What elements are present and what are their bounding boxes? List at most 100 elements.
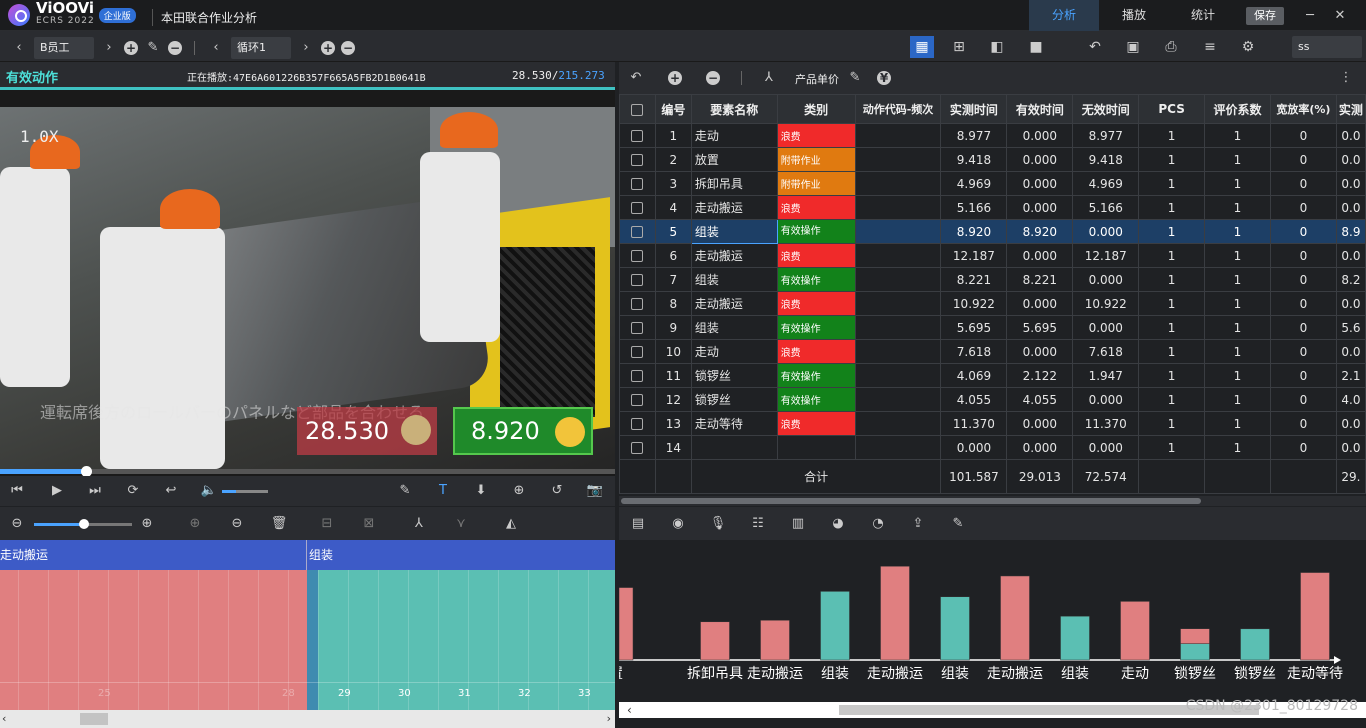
row-checkbox[interactable] — [631, 394, 644, 406]
row-checkbox[interactable] — [631, 178, 644, 190]
cell-cat[interactable]: 浪费 — [776, 195, 856, 220]
row-checkbox-cell[interactable] — [619, 363, 656, 388]
row-checkbox-cell[interactable] — [619, 315, 656, 340]
edit-chart-icon[interactable]: ✎ — [949, 515, 967, 533]
worker-select[interactable]: B员工 — [34, 37, 94, 59]
cell-cat[interactable]: 有效操作 — [776, 363, 856, 388]
table-scrollbar[interactable] — [619, 496, 1366, 506]
export-icon[interactable]: ⇪ — [909, 515, 927, 533]
volume-slider[interactable] — [222, 490, 268, 493]
menu-icon[interactable]: ≡ — [1198, 36, 1222, 58]
cell-name[interactable]: 走动搬运 — [690, 291, 778, 316]
next-worker-icon[interactable]: › — [100, 39, 118, 57]
note-icon[interactable]: ✎ — [396, 482, 414, 500]
row-checkbox[interactable] — [631, 418, 644, 430]
cell-cat[interactable]: 有效操作 — [776, 219, 856, 244]
merge-icon[interactable]: ⊟ — [318, 515, 336, 533]
cell-cat[interactable]: 附带作业 — [776, 147, 856, 172]
pie-chart-icon[interactable]: ◕ — [829, 515, 847, 533]
table-row[interactable]: 8 走动搬运 浪费 10.922 0.000 10.922 1 1 0 0.0 — [619, 291, 1366, 316]
layout-grid-icon[interactable]: ▦ — [910, 36, 934, 58]
row-checkbox-cell[interactable] — [619, 219, 656, 244]
cell-code[interactable] — [854, 267, 942, 292]
person-icon[interactable]: ⅄ — [410, 515, 428, 533]
currency-icon[interactable]: ¥ — [877, 71, 891, 85]
header-real[interactable]: 实测 — [1335, 94, 1366, 124]
comment-icon[interactable]: ▤ — [629, 515, 647, 533]
cell-name[interactable]: 组装 — [690, 267, 778, 292]
cell-name[interactable]: 拆卸吊具 — [690, 171, 778, 196]
cell-cat[interactable]: 浪费 — [776, 291, 856, 316]
next-cycle-icon[interactable]: › — [297, 39, 315, 57]
row-checkbox-cell[interactable] — [619, 291, 656, 316]
microphone-icon[interactable]: 🎙 — [709, 515, 727, 533]
minimize-icon[interactable]: ─ — [1300, 6, 1320, 26]
add-cycle-icon[interactable]: + — [321, 41, 335, 55]
row-checkbox[interactable] — [631, 250, 644, 262]
tab-analysis[interactable]: 分析 — [1029, 0, 1099, 31]
remove-row-icon[interactable]: − — [706, 71, 720, 85]
table-row[interactable]: 3 拆卸吊具 附带作业 4.969 0.000 4.969 1 1 0 0.0 — [619, 171, 1366, 196]
row-checkbox[interactable] — [631, 322, 644, 334]
remove-worker-icon[interactable]: − — [168, 41, 182, 55]
video-frame[interactable]: 1.0X 運転席後方のロールバーのパネルなど部品を合わせる 28.530 8.9… — [0, 107, 615, 469]
cell-name[interactable] — [690, 435, 778, 460]
cell-cat[interactable]: 有效操作 — [776, 315, 856, 340]
text-icon[interactable]: T — [434, 482, 452, 500]
layout-single-icon[interactable]: ■ — [1024, 36, 1048, 58]
row-checkbox[interactable] — [631, 442, 644, 454]
cell-code[interactable] — [854, 387, 942, 412]
save-button[interactable]: 保存 — [1246, 7, 1284, 25]
header-name[interactable]: 要素名称 — [690, 94, 778, 124]
prev-worker-icon[interactable]: ‹ — [10, 39, 28, 57]
add-worker-icon[interactable]: + — [124, 41, 138, 55]
play-icon[interactable]: ▶ — [48, 482, 66, 500]
cell-code[interactable] — [854, 339, 942, 364]
cell-code[interactable] — [854, 243, 942, 268]
scroll-left-icon[interactable]: ‹ — [627, 703, 632, 717]
edit-price-icon[interactable]: ✎ — [846, 69, 864, 87]
scroll-thumb[interactable] — [80, 713, 108, 725]
undo-icon[interactable]: ↶ — [1083, 36, 1107, 58]
delete-icon[interactable]: 🗑 — [270, 515, 288, 533]
zoom-out-icon[interactable]: ⊖ — [8, 515, 26, 533]
header-code[interactable]: 动作代码-频次 — [854, 94, 942, 124]
cell-cat[interactable] — [776, 435, 856, 460]
table-row[interactable]: 9 组装 有效操作 5.695 5.695 0.000 1 1 0 5.6 — [619, 315, 1366, 340]
user-select[interactable]: ss — [1292, 36, 1362, 58]
table-scroll-thumb[interactable] — [621, 498, 1201, 504]
row-checkbox-cell[interactable] — [619, 195, 656, 220]
cell-name[interactable]: 放置 — [690, 147, 778, 172]
segment-label-walk[interactable]: 走动搬运 — [0, 540, 48, 570]
scroll-left-icon[interactable]: ‹ — [2, 712, 6, 725]
layout-quad-icon[interactable]: ⊞ — [947, 36, 971, 58]
undo-row-icon[interactable]: ↶ — [627, 69, 645, 87]
add-row-icon[interactable]: + — [668, 71, 682, 85]
row-checkbox[interactable] — [631, 298, 644, 310]
remove-segment-icon[interactable]: ⊖ — [228, 515, 246, 533]
header-coef[interactable]: 评价系数 — [1204, 94, 1271, 124]
header-select[interactable] — [619, 94, 656, 124]
header-effective[interactable]: 有效时间 — [1006, 94, 1074, 124]
header-category[interactable]: 类别 — [776, 94, 856, 124]
step-forward-icon[interactable]: ⏭ — [86, 482, 104, 500]
camera-icon[interactable]: 📷 — [586, 482, 604, 500]
cell-code[interactable] — [854, 291, 942, 316]
save-file-icon[interactable]: ▣ — [1121, 36, 1145, 58]
cell-name[interactable]: 走动搬运 — [690, 243, 778, 268]
row-checkbox-cell[interactable] — [619, 123, 656, 148]
equalizer-icon[interactable]: ☷ — [749, 515, 767, 533]
cell-name[interactable]: 锁锣丝 — [690, 387, 778, 412]
volume-icon[interactable]: 🔈 — [200, 482, 218, 500]
header-no[interactable]: 编号 — [654, 94, 692, 124]
row-checkbox-cell[interactable] — [619, 339, 656, 364]
loop-icon[interactable]: ⟳ — [124, 482, 142, 500]
table-row[interactable]: 2 放置 附带作业 9.418 0.000 9.418 1 1 0 0.0 — [619, 147, 1366, 172]
remove-cycle-icon[interactable]: − — [341, 41, 355, 55]
table-row[interactable]: 14 0.000 0.000 0.000 1 1 0 0.0 — [619, 435, 1366, 460]
cell-cat[interactable]: 浪费 — [776, 339, 856, 364]
cell-code[interactable] — [854, 147, 942, 172]
edit-worker-icon[interactable]: ✎ — [144, 39, 162, 57]
download-icon[interactable]: ⬇ — [472, 482, 490, 500]
video-progress[interactable] — [0, 466, 615, 477]
